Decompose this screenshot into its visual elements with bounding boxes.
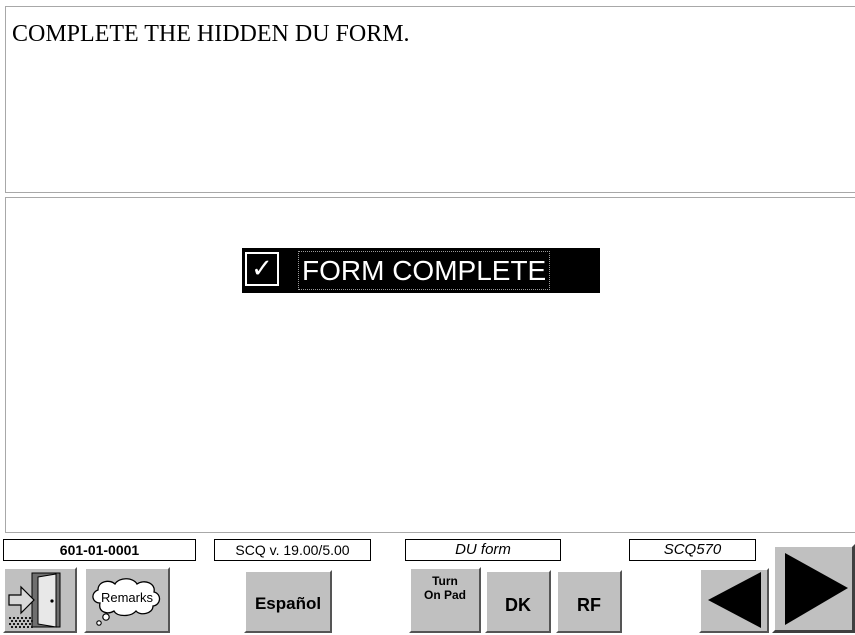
item-name-field: SCQ570 <box>629 539 756 561</box>
turn-on-pad-button[interactable]: Turn On Pad <box>409 567 481 633</box>
previous-button[interactable] <box>699 568 769 633</box>
right-triangle-icon <box>785 553 848 625</box>
dont-know-button[interactable]: DK <box>485 570 551 633</box>
thought-cloud-icon: Remarks <box>92 578 161 626</box>
form-name-field: DU form <box>405 539 561 561</box>
answer-panel: ✓ FORM COMPLETE <box>5 197 855 533</box>
answer-label: FORM COMPLETE <box>298 251 551 290</box>
case-id-field: 601-01-0001 <box>3 539 196 561</box>
question-text: COMPLETE THE HIDDEN DU FORM. <box>12 21 410 47</box>
refused-button[interactable]: RF <box>556 570 622 633</box>
version-field: SCQ v. 19.00/5.00 <box>214 539 371 561</box>
answer-option-form-complete[interactable]: ✓ FORM COMPLETE <box>242 248 600 293</box>
question-panel: COMPLETE THE HIDDEN DU FORM. <box>5 6 855 193</box>
turn-on-pad-label: Turn On Pad <box>423 574 466 602</box>
exit-door-icon <box>5 569 75 631</box>
espanol-button[interactable]: Español <box>244 570 332 633</box>
next-button[interactable] <box>772 544 855 633</box>
remarks-button[interactable]: Remarks <box>84 567 170 633</box>
exit-button[interactable] <box>3 567 77 633</box>
left-triangle-icon <box>708 572 761 628</box>
answer-checkbox[interactable]: ✓ <box>245 252 279 286</box>
remarks-label: Remarks <box>101 590 154 605</box>
